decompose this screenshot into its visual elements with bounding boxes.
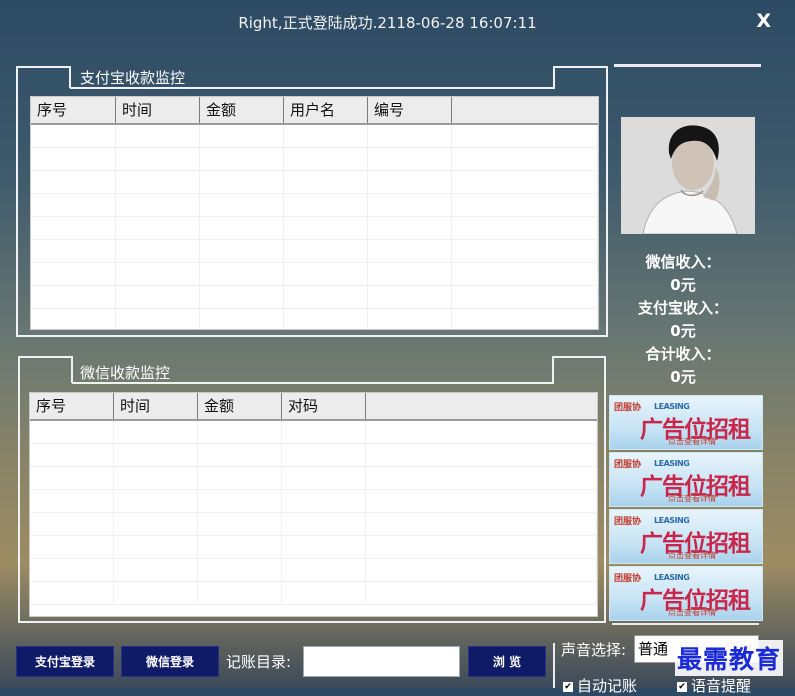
- voice-remind-label: 语音提醒: [691, 677, 752, 695]
- ad-banner-4[interactable]: 团服协 LEASING 广告位招租 点击查看详情: [609, 566, 763, 621]
- table-cell: [30, 467, 114, 489]
- table-cell: [198, 559, 282, 581]
- account-dir-label: 记账目录:: [226, 653, 292, 671]
- table-cell: [282, 467, 366, 489]
- col-header-time[interactable]: 时间: [114, 393, 198, 419]
- table-cell: [366, 467, 597, 489]
- ad-brand: 团服协: [614, 574, 642, 584]
- sound-select-value: 普通: [638, 640, 669, 658]
- col-header-code[interactable]: 对码: [282, 393, 366, 419]
- col-header-filler: [366, 393, 597, 419]
- sound-select-label: 声音选择:: [561, 641, 627, 659]
- table-row[interactable]: [30, 536, 597, 559]
- table-cell: [114, 467, 198, 489]
- table-cell: [366, 536, 597, 558]
- ad-subtext: 点击查看详情: [668, 551, 716, 560]
- ad-banner-1[interactable]: 团服协 LEASING 广告位招租 点击查看详情: [609, 395, 763, 450]
- right-separator-bottom: [612, 623, 759, 625]
- wechat-table-header: 序号 时间 金额 对码: [30, 393, 597, 421]
- table-cell: [282, 536, 366, 558]
- table-cell: [282, 421, 366, 443]
- table-cell: [30, 582, 114, 604]
- alipay-login-button[interactable]: 支付宝登录: [16, 646, 114, 677]
- voice-remind-checkbox[interactable]: ✔ 语音提醒: [677, 675, 751, 696]
- table-cell: [198, 444, 282, 466]
- table-row[interactable]: [30, 513, 597, 536]
- table-cell: [198, 536, 282, 558]
- portrait-image: [621, 117, 755, 234]
- table-row[interactable]: [30, 582, 597, 605]
- table-cell: [366, 513, 597, 535]
- table-cell: [282, 559, 366, 581]
- table-row[interactable]: [30, 490, 597, 513]
- checkbox-checked-icon: ✔: [563, 681, 573, 692]
- ad-subtext: 点击查看详情: [668, 437, 716, 446]
- footer-divider: [553, 643, 555, 688]
- table-cell: [30, 513, 114, 535]
- alipay-income-label: 支付宝收入：: [637, 299, 728, 317]
- table-cell: [366, 421, 597, 443]
- total-income-value: 0元: [670, 368, 696, 386]
- table-cell: [114, 444, 198, 466]
- auto-account-label: 自动记账: [577, 677, 638, 695]
- ad-brand: 团服协: [614, 517, 642, 527]
- wechat-income-value: 0元: [670, 276, 696, 294]
- watermark-logo: 最需教育: [675, 640, 784, 676]
- table-cell: [366, 490, 597, 512]
- table-row[interactable]: [30, 467, 597, 490]
- alipay-income-value: 0元: [670, 322, 696, 340]
- table-cell: [30, 559, 114, 581]
- table-cell: [198, 513, 282, 535]
- right-separator-top: [614, 64, 761, 67]
- table-cell: [114, 421, 198, 443]
- table-row[interactable]: [30, 559, 597, 582]
- table-cell: [282, 444, 366, 466]
- wechat-income-label: 微信收入：: [645, 253, 721, 271]
- table-cell: [198, 421, 282, 443]
- ad-brand: 团服协: [614, 403, 642, 413]
- wechat-login-button[interactable]: 微信登录: [121, 646, 219, 677]
- table-cell: [282, 490, 366, 512]
- table-cell: [282, 582, 366, 604]
- auto-account-checkbox[interactable]: ✔ 自动记账: [563, 675, 637, 696]
- account-dir-input[interactable]: [303, 646, 460, 677]
- table-row[interactable]: [30, 421, 597, 444]
- ad-subtext: 点击查看详情: [668, 494, 716, 503]
- table-cell: [30, 490, 114, 512]
- browse-button[interactable]: 浏 览: [468, 646, 546, 677]
- ad-banner-3[interactable]: 团服协 LEASING 广告位招租 点击查看详情: [609, 509, 763, 564]
- table-cell: [114, 513, 198, 535]
- ad-subtext: 点击查看详情: [668, 608, 716, 617]
- col-header-amount[interactable]: 金额: [198, 393, 282, 419]
- avatar-photo: [621, 117, 755, 234]
- table-cell: [114, 582, 198, 604]
- wechat-panel-title: 微信收款监控: [80, 364, 171, 382]
- table-cell: [30, 444, 114, 466]
- table-cell: [30, 421, 114, 443]
- table-cell: [114, 490, 198, 512]
- table-row[interactable]: [30, 444, 597, 467]
- table-cell: [366, 582, 597, 604]
- ad-banner-2[interactable]: 团服协 LEASING 广告位招租 点击查看详情: [609, 452, 763, 507]
- wechat-table[interactable]: 序号 时间 金额 对码: [29, 392, 598, 617]
- table-cell: [30, 536, 114, 558]
- wechat-table-body: [30, 421, 597, 605]
- checkbox-checked-icon: ✔: [677, 681, 687, 692]
- table-cell: [114, 559, 198, 581]
- table-cell: [198, 582, 282, 604]
- table-cell: [198, 467, 282, 489]
- table-cell: [114, 536, 198, 558]
- table-cell: [366, 559, 597, 581]
- table-cell: [282, 513, 366, 535]
- total-income-label: 合计收入：: [645, 345, 721, 363]
- col-header-index[interactable]: 序号: [30, 393, 114, 419]
- table-cell: [198, 490, 282, 512]
- ad-brand: 团服协: [614, 460, 642, 470]
- table-cell: [366, 444, 597, 466]
